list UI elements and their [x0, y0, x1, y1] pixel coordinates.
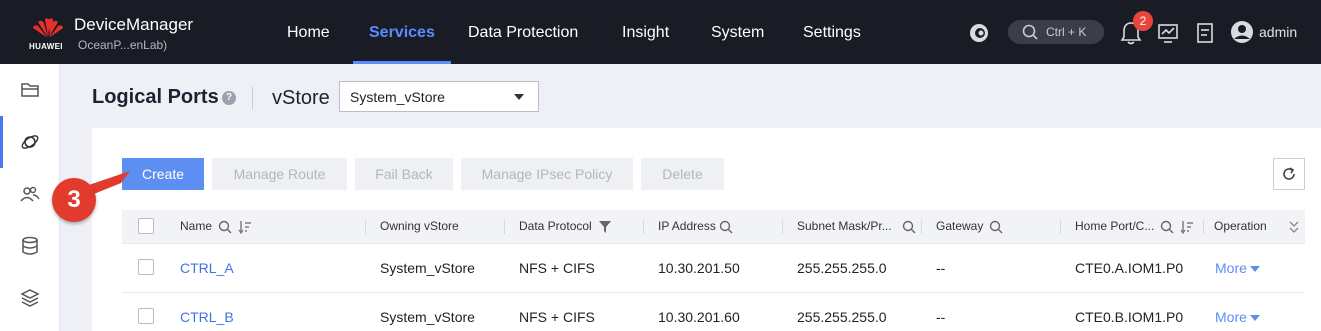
search-icon	[1022, 24, 1038, 40]
avatar-icon[interactable]	[1230, 20, 1254, 44]
nav-services[interactable]: Services	[353, 0, 451, 64]
layers-icon	[20, 289, 40, 307]
vstore-select-value: System_vStore	[350, 89, 445, 105]
rail-item-layers[interactable]	[0, 272, 60, 324]
fail-back-button[interactable]: Fail Back	[355, 158, 453, 190]
select-all-checkbox[interactable]	[138, 218, 154, 234]
global-search[interactable]: Ctrl + K	[1008, 20, 1104, 44]
manage-ipsec-policy-button[interactable]: Manage IPsec Policy	[461, 158, 633, 190]
refresh-button[interactable]	[1273, 158, 1305, 190]
sort-icon[interactable]	[1180, 220, 1194, 234]
row-checkbox[interactable]	[138, 308, 154, 324]
cell-mask: 255.255.255.0	[797, 309, 887, 325]
refresh-icon	[1283, 167, 1295, 180]
chevron-down-icon	[514, 94, 524, 100]
col-ip-address[interactable]: IP Address	[658, 210, 716, 243]
sort-icon[interactable]	[238, 220, 252, 234]
manage-route-button[interactable]: Manage Route	[212, 158, 347, 190]
col-name[interactable]: Name	[180, 210, 212, 243]
nav-system[interactable]: System	[711, 0, 764, 64]
cell-protocol: NFS + CIFS	[519, 260, 595, 276]
search-shortcut: Ctrl + K	[1046, 25, 1087, 39]
help-icon[interactable]: ?	[222, 91, 236, 105]
delete-button[interactable]: Delete	[641, 158, 724, 190]
top-bar: HUAWEI DeviceManager OceanP...enLab) Hom…	[0, 0, 1321, 64]
column-divider[interactable]	[504, 220, 505, 234]
search-icon[interactable]	[1160, 220, 1174, 234]
column-divider[interactable]	[782, 220, 783, 234]
notification-badge: 2	[1133, 11, 1153, 31]
more-dropdown[interactable]: More	[1215, 309, 1260, 325]
step-marker: 3	[52, 178, 96, 222]
filter-icon[interactable]	[598, 220, 612, 234]
database-icon	[22, 236, 38, 255]
col-gateway[interactable]: Gateway	[936, 210, 983, 243]
monitor-icon[interactable]	[1157, 22, 1179, 44]
col-subnet-mask[interactable]: Subnet Mask/Pr...	[797, 210, 892, 243]
assistant-icon[interactable]	[968, 22, 990, 44]
cell-gateway: --	[936, 260, 946, 276]
cell-mask: 255.255.255.0	[797, 260, 887, 276]
cell-ip: 10.30.201.60	[658, 309, 740, 325]
nav-settings[interactable]: Settings	[803, 0, 861, 64]
column-divider[interactable]	[921, 220, 922, 234]
row-divider	[122, 292, 1305, 293]
cell-home-port: CTE0.B.IOM1.P0	[1075, 309, 1184, 325]
cell-protocol: NFS + CIFS	[519, 309, 595, 325]
vstore-select[interactable]: System_vStore	[339, 81, 539, 112]
port-name-link[interactable]: CTRL_B	[180, 309, 234, 325]
col-owning-vstore[interactable]: Owning vStore	[380, 210, 459, 243]
row-divider	[122, 243, 1305, 244]
column-divider[interactable]	[365, 220, 366, 234]
cell-home-port: CTE0.A.IOM1.P0	[1075, 260, 1184, 276]
search-icon[interactable]	[719, 220, 733, 234]
search-icon[interactable]	[218, 220, 232, 234]
cell-ip: 10.30.201.50	[658, 260, 740, 276]
cell-vstore: System_vStore	[380, 260, 475, 276]
more-dropdown[interactable]: More	[1215, 260, 1260, 276]
column-divider[interactable]	[1060, 220, 1061, 234]
vstore-label: vStore	[272, 87, 330, 109]
port-name-link[interactable]: CTRL_A	[180, 260, 234, 276]
user-menu[interactable]: admin	[1259, 24, 1297, 40]
col-operation: Operation	[1214, 219, 1267, 233]
nav-insight[interactable]: Insight	[622, 0, 669, 64]
cell-gateway: --	[936, 309, 946, 325]
header-divider	[252, 87, 253, 109]
column-settings-icon[interactable]	[1288, 220, 1300, 234]
column-divider[interactable]	[643, 220, 644, 234]
col-home-port[interactable]: Home Port/C...	[1075, 210, 1154, 243]
column-divider[interactable]	[1203, 220, 1204, 234]
cell-vstore: System_vStore	[380, 309, 475, 325]
task-icon[interactable]	[1195, 22, 1215, 44]
nav-home[interactable]: Home	[287, 0, 330, 64]
nav-data-protection[interactable]: Data Protection	[468, 0, 578, 64]
search-icon[interactable]	[989, 220, 1003, 234]
row-checkbox[interactable]	[138, 259, 154, 275]
col-data-protocol[interactable]: Data Protocol	[519, 210, 592, 243]
search-icon[interactable]	[902, 220, 916, 234]
